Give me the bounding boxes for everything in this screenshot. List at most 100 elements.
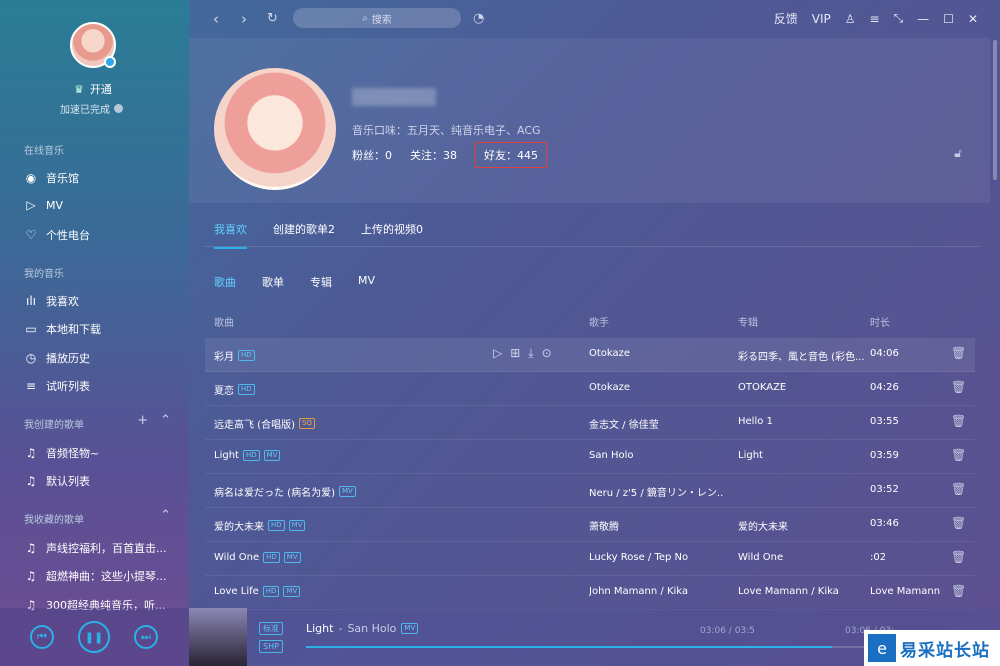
nav-history[interactable]: ◷ 播放历史 (24, 350, 174, 366)
recognize-icon[interactable]: ◔ (473, 11, 484, 26)
nav-trial-list[interactable]: ≡ 试听列表 (24, 378, 174, 394)
nav-music-hall[interactable]: ◉ 音乐馆 (24, 170, 174, 186)
close-icon[interactable]: ✕ (968, 12, 978, 26)
table-row[interactable]: 夏恋 HD Otokaze OTOKAZE 04:26 🗑︎ (205, 372, 975, 406)
now-mv-tag[interactable]: MV (401, 623, 419, 634)
subtab-playlists[interactable]: 歌单 (262, 274, 284, 290)
nav-created-playlist[interactable]: ♫ 音频怪物~ (24, 445, 174, 461)
album-cell[interactable]: OTOKAZE (738, 382, 866, 393)
header-song[interactable]: 歌曲 (214, 314, 234, 329)
trash-icon[interactable]: 🗑︎ (951, 346, 966, 360)
album-cell[interactable]: Love Mamann / Kika (738, 586, 866, 597)
artist-cell[interactable]: John Mamann / Kika (589, 586, 724, 597)
vip-link[interactable]: VIP (812, 12, 831, 26)
tab-created-playlists[interactable]: 创建的歌单2 (273, 221, 335, 237)
nav-mv[interactable]: ▷ MV (24, 198, 174, 212)
table-row[interactable]: 爱的大未来 HD MV 萧敬腾 爱的大未来 03:46 🗑︎ (205, 508, 975, 542)
trash-icon[interactable]: 🗑︎ (951, 448, 966, 462)
feedback-link[interactable]: 反馈 (774, 10, 798, 27)
next-button[interactable]: ⏭ (134, 625, 158, 649)
album-cell[interactable]: Wild One (738, 552, 866, 563)
collapse-up-icon[interactable]: ⌃ (160, 508, 171, 523)
album-cover[interactable] (189, 608, 247, 666)
artist-cell[interactable]: Lucky Rose / Tep No (589, 552, 724, 563)
nav-radio[interactable]: ♡ 个性电台 (24, 227, 174, 243)
album-cell[interactable]: 爱的大未来 (738, 518, 866, 533)
nav-created-playlist[interactable]: ♫ 默认列表 (24, 473, 174, 489)
previous-button[interactable]: ⏮ (30, 625, 54, 649)
trash-icon[interactable]: 🗑︎ (951, 380, 966, 394)
nav-collected-playlist[interactable]: ♫ 超燃神曲：这些小提琴... (24, 568, 174, 584)
play-icon[interactable]: ▷ (493, 346, 502, 361)
maximize-icon[interactable]: ☐ (943, 12, 954, 26)
table-row[interactable]: Wild One HD MV Lucky Rose / Tep No Wild On… (205, 542, 975, 576)
scrollbar[interactable] (993, 40, 997, 180)
table-row[interactable]: 病名は爱だった (病名为爱) MV Neru / z'5 / 鏡音リン・レン...… (205, 474, 975, 508)
song-title[interactable]: 彩月 (214, 348, 234, 363)
pause-button[interactable]: ❚❚ (78, 621, 110, 653)
nav-local-download[interactable]: ▭ 本地和下载 (24, 321, 174, 337)
minimize-icon[interactable]: — (917, 12, 929, 26)
fans-count[interactable]: 粉丝：0 (352, 147, 392, 168)
quality-selector[interactable]: 标准 (259, 622, 283, 635)
trash-icon[interactable]: 🗑︎ (951, 516, 966, 530)
tab-uploaded-videos[interactable]: 上传的视频0 (361, 221, 423, 237)
artist-cell[interactable]: 萧敬腾 (589, 518, 724, 533)
artist-cell[interactable]: Otokaze (589, 382, 724, 393)
add-icon[interactable]: ⊞ (510, 346, 520, 361)
header-artist[interactable]: 歌手 (589, 314, 609, 329)
forward-icon[interactable]: › (241, 10, 247, 28)
artist-cell[interactable]: Otokaze (589, 348, 724, 359)
mv-tag[interactable]: MV (338, 486, 356, 497)
mv-tag[interactable]: MV (288, 520, 306, 531)
mv-tag[interactable]: MV (263, 450, 281, 461)
friends-count[interactable]: 好友：445 (475, 142, 547, 168)
header-album[interactable]: 专辑 (738, 314, 758, 329)
download-icon[interactable]: ⤓ (528, 346, 533, 361)
artist-cell[interactable]: 金志文 / 徐佳莹 (589, 416, 724, 431)
song-title[interactable]: Wild One (214, 552, 259, 563)
artist-cell[interactable]: San Holo (589, 450, 724, 461)
refresh-icon[interactable]: ↻ (267, 11, 278, 26)
song-title[interactable]: 夏恋 (214, 382, 234, 397)
song-title[interactable]: Love Life (214, 586, 259, 597)
album-cell[interactable]: Hello 1 (738, 416, 866, 427)
user-avatar[interactable] (70, 22, 116, 68)
header-duration[interactable]: 时长 (870, 314, 890, 329)
trash-icon[interactable]: 🗑︎ (951, 482, 966, 496)
album-cell[interactable]: Light (738, 450, 866, 461)
trash-icon[interactable]: 🗑︎ (951, 584, 966, 598)
mini-mode-icon[interactable]: ⤡ (894, 11, 904, 26)
song-title[interactable]: 爱的大未来 (214, 518, 264, 533)
profile-avatar[interactable] (214, 68, 336, 190)
tab-my-like[interactable]: 我喜欢 (214, 221, 247, 249)
lock-icon[interactable]: 🔓︎ (954, 146, 962, 161)
mv-tag[interactable]: MV (283, 586, 301, 597)
table-row[interactable]: 远走高飞 (合唱版) SQ 金志文 / 徐佳莹 Hello 1 03:55 🗑︎ (205, 406, 975, 440)
subtab-mv[interactable]: MV (358, 274, 375, 290)
back-icon[interactable]: ‹ (213, 10, 219, 28)
table-row[interactable]: Light HD MV San Holo Light 03:59 🗑︎ (205, 440, 975, 474)
album-cell[interactable]: 彩る四季、風と音色 (彩色... (738, 348, 866, 363)
table-row[interactable]: 彩月 HD ▷ ⊞ ⤓ ⊙ Otokaze 彩る四季、風と音色 (彩色... 04… (205, 338, 975, 372)
now-title[interactable]: Light (306, 622, 333, 635)
more-icon[interactable]: ⊙ (542, 346, 552, 361)
subtab-albums[interactable]: 专辑 (310, 274, 332, 290)
song-title[interactable]: 远走高飞 (合唱版) (214, 416, 295, 431)
nav-collected-playlist[interactable]: ♫ 声线控福利，百首直击... (24, 540, 174, 556)
collapse-up-icon[interactable]: ⌃ (160, 413, 171, 428)
menu-icon[interactable]: ≡ (870, 12, 880, 26)
mv-tag[interactable]: MV (283, 552, 301, 563)
subtab-songs[interactable]: 歌曲 (214, 274, 236, 290)
song-title[interactable]: Light (214, 450, 239, 461)
nav-my-like[interactable]: ılı 我喜欢 (24, 293, 174, 309)
song-title[interactable]: 病名は爱だった (病名为爱) (214, 484, 335, 499)
format-selector[interactable]: SHP (259, 640, 283, 653)
vip-open[interactable]: ♛ 开通 (74, 81, 112, 97)
trash-icon[interactable]: 🗑︎ (951, 414, 966, 428)
search-box[interactable]: ⌕ 搜索 (293, 8, 461, 28)
skin-icon[interactable]: ♙ (845, 12, 856, 26)
follow-count[interactable]: 关注：38 (410, 147, 457, 168)
artist-cell[interactable]: Neru / z'5 / 鏡音リン・レン... (589, 484, 724, 499)
now-artist[interactable]: San Holo (347, 622, 396, 635)
